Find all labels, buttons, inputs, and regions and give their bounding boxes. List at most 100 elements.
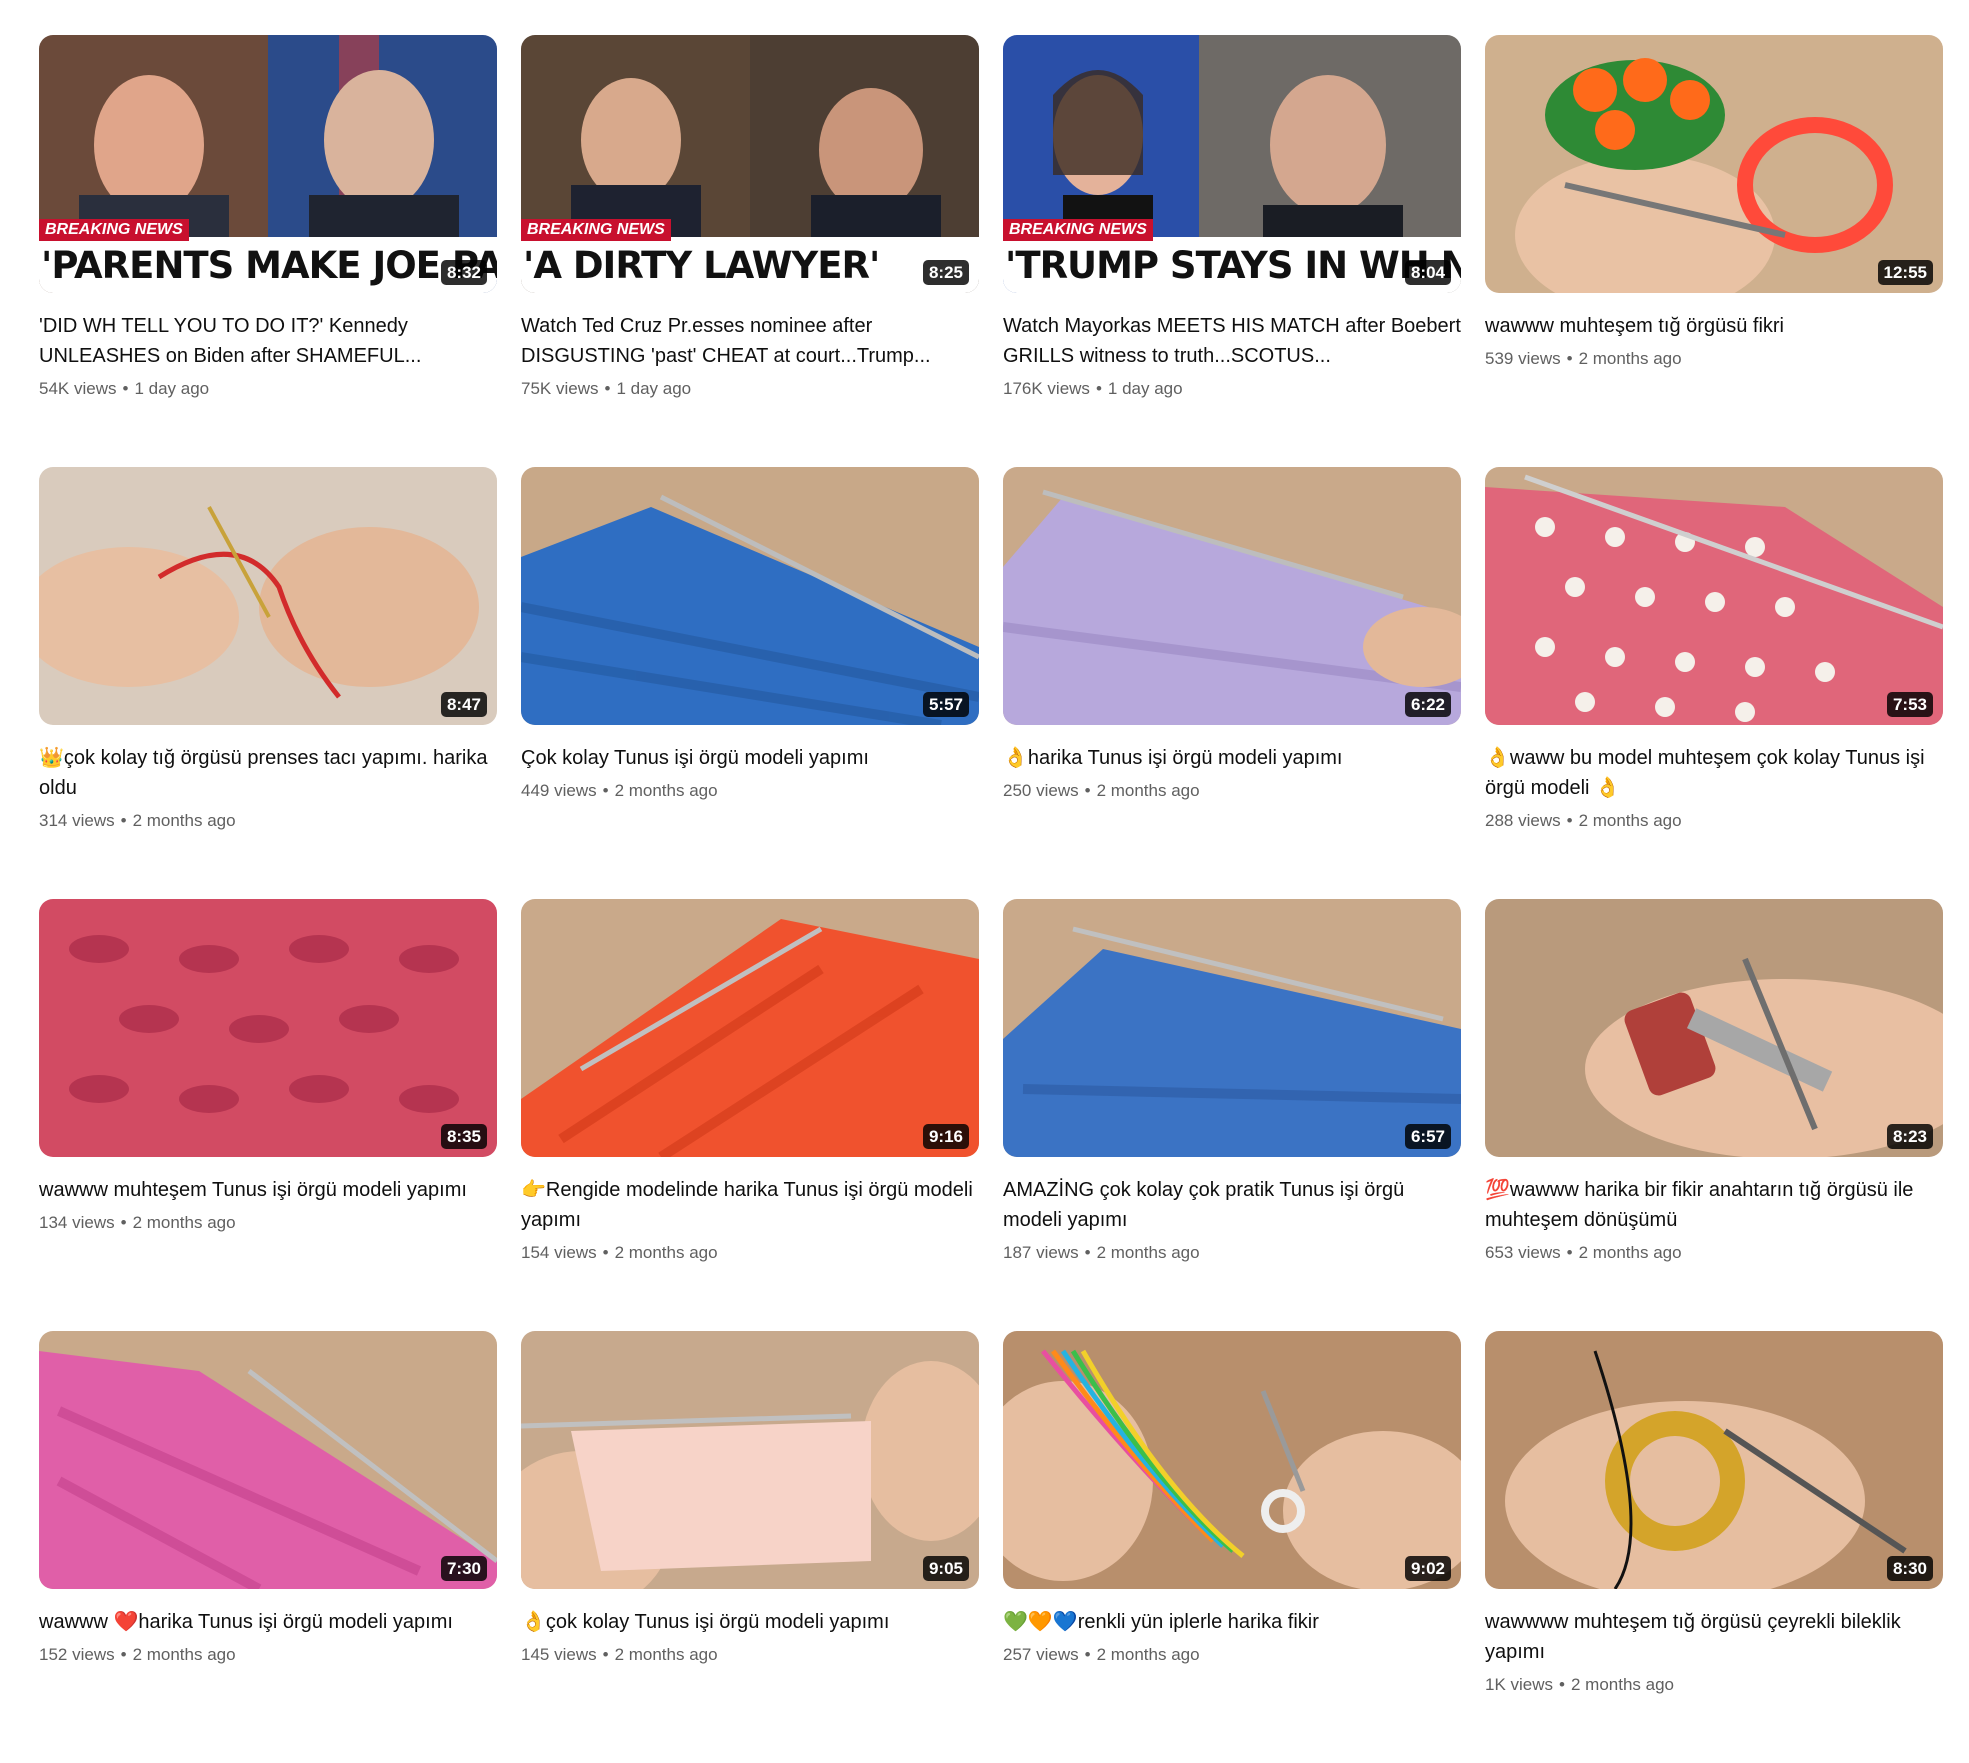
thumbnail-image — [1003, 1331, 1461, 1589]
separator-dot: • — [1559, 1675, 1565, 1694]
video-thumbnail[interactable]: 9:02 — [1003, 1331, 1461, 1589]
video-card[interactable]: BREAKING NEWS 'PARENTS MAKE JOE PAY 8:32… — [39, 35, 497, 467]
video-card[interactable]: 8:30 wawwww muhteşem tığ örgüsü çeyrekli… — [1485, 1331, 1943, 1763]
upload-age: 2 months ago — [614, 781, 718, 800]
video-thumbnail[interactable]: 12:55 — [1485, 35, 1943, 293]
video-thumbnail[interactable]: 9:16 — [521, 899, 979, 1157]
video-card[interactable]: BREAKING NEWS 'TRUMP STAYS IN WH NOW' 8:… — [1003, 35, 1461, 467]
video-thumbnail[interactable]: 8:30 — [1485, 1331, 1943, 1589]
thumbnail-headline: 'PARENTS MAKE JOE PAY — [41, 244, 497, 287]
duration-badge: 8:47 — [440, 692, 487, 717]
video-card[interactable]: 5:57 Çok kolay Tunus işi örgü modeli yap… — [521, 467, 979, 899]
video-stats: 187 views • 2 months ago — [1003, 1241, 1461, 1265]
separator-dot: • — [1566, 349, 1573, 368]
video-card[interactable]: 8:23 💯wawww harika bir fikir anahtarın t… — [1485, 899, 1943, 1331]
thumbnail-image — [1485, 1331, 1943, 1589]
upload-age: 1 day ago — [134, 379, 210, 398]
breaking-news-label: BREAKING NEWS — [1003, 219, 1153, 241]
thumbnail-headline: 'A DIRTY LAWYER' — [523, 244, 880, 287]
separator-dot: • — [1095, 379, 1102, 398]
view-count: 449 views — [521, 781, 597, 800]
separator-dot: • — [1566, 811, 1573, 830]
view-count: 187 views — [1003, 1243, 1079, 1262]
video-thumbnail[interactable]: 6:57 — [1003, 899, 1461, 1157]
duration-badge: 8:30 — [1886, 1556, 1933, 1581]
video-thumbnail[interactable]: 8:23 — [1485, 899, 1943, 1157]
upload-age: 2 months ago — [132, 1213, 236, 1232]
video-card[interactable]: 6:22 👌harika Tunus işi örgü modeli yapım… — [1003, 467, 1461, 899]
video-card[interactable]: BREAKING NEWS 'A DIRTY LAWYER' 8:25 Watc… — [521, 35, 979, 467]
upload-age: 2 months ago — [132, 811, 236, 830]
upload-age: 2 months ago — [1578, 1243, 1682, 1262]
thumbnail-headline: 'TRUMP STAYS IN WH NOW' — [1005, 244, 1461, 287]
separator-dot: • — [602, 1243, 609, 1262]
video-card[interactable]: 7:30 wawww ❤️harika Tunus işi örgü model… — [39, 1331, 497, 1763]
separator-dot: • — [120, 811, 127, 830]
video-card[interactable]: 8:35 wawww muhteşem Tunus işi örgü model… — [39, 899, 497, 1331]
video-thumbnail[interactable]: 6:22 — [1003, 467, 1461, 725]
duration-badge: 8:32 — [440, 260, 487, 285]
view-count: 653 views — [1485, 1243, 1561, 1262]
thumbnail-image — [521, 1331, 979, 1589]
separator-dot: • — [602, 1645, 609, 1664]
view-count: 152 views — [39, 1645, 115, 1664]
video-title[interactable]: AMAZİNG çok kolay çok pratik Tunus işi ö… — [1003, 1175, 1461, 1235]
duration-badge: 5:57 — [922, 692, 969, 717]
video-stats: 314 views • 2 months ago — [39, 809, 497, 833]
video-card[interactable]: 6:57 AMAZİNG çok kolay çok pratik Tunus … — [1003, 899, 1461, 1331]
video-title[interactable]: wawww muhteşem tığ örgüsü fikri — [1485, 311, 1943, 341]
video-stats: 653 views • 2 months ago — [1485, 1241, 1943, 1265]
video-title[interactable]: 👑çok kolay tığ örgüsü prenses tacı yapım… — [39, 743, 497, 803]
video-card[interactable]: 7:53 👌waww bu model muhteşem çok kolay T… — [1485, 467, 1943, 899]
upload-age: 2 months ago — [1096, 781, 1200, 800]
video-thumbnail[interactable]: BREAKING NEWS 'A DIRTY LAWYER' 8:25 — [521, 35, 979, 293]
separator-dot: • — [122, 379, 129, 398]
video-stats: 145 views • 2 months ago — [521, 1643, 979, 1667]
video-thumbnail[interactable]: 7:53 — [1485, 467, 1943, 725]
video-thumbnail[interactable]: 7:30 — [39, 1331, 497, 1589]
video-title[interactable]: wawww ❤️harika Tunus işi örgü modeli yap… — [39, 1607, 497, 1637]
video-stats: 75K views • 1 day ago — [521, 377, 979, 401]
video-title[interactable]: Watch Ted Cruz Pr.esses nominee after DI… — [521, 311, 979, 371]
video-title[interactable]: 👌harika Tunus işi örgü modeli yapımı — [1003, 743, 1461, 773]
duration-badge: 12:55 — [1877, 260, 1933, 285]
video-card[interactable]: 9:05 👌çok kolay Tunus işi örgü modeli ya… — [521, 1331, 979, 1763]
video-title[interactable]: 👌waww bu model muhteşem çok kolay Tunus … — [1485, 743, 1943, 803]
video-thumbnail[interactable]: BREAKING NEWS 'TRUMP STAYS IN WH NOW' 8:… — [1003, 35, 1461, 293]
view-count: 145 views — [521, 1645, 597, 1664]
upload-age: 2 months ago — [1570, 1675, 1674, 1694]
video-title[interactable]: 👉Rengide modelinde harika Tunus işi örgü… — [521, 1175, 979, 1235]
video-thumbnail[interactable]: 8:35 — [39, 899, 497, 1157]
video-title[interactable]: 👌çok kolay Tunus işi örgü modeli yapımı — [521, 1607, 979, 1637]
video-title[interactable]: wawww muhteşem Tunus işi örgü modeli yap… — [39, 1175, 497, 1205]
video-stats: 539 views • 2 months ago — [1485, 347, 1943, 371]
thumbnail-image — [39, 899, 497, 1157]
video-stats: 257 views • 2 months ago — [1003, 1643, 1461, 1667]
video-title[interactable]: wawwww muhteşem tığ örgüsü çeyrekli bile… — [1485, 1607, 1943, 1667]
video-card[interactable]: 9:16 👉Rengide modelinde harika Tunus işi… — [521, 899, 979, 1331]
video-thumbnail[interactable]: BREAKING NEWS 'PARENTS MAKE JOE PAY 8:32 — [39, 35, 497, 293]
view-count: 314 views — [39, 811, 115, 830]
video-card[interactable]: 8:47 👑çok kolay tığ örgüsü prenses tacı … — [39, 467, 497, 899]
upload-age: 1 day ago — [1107, 379, 1183, 398]
video-thumbnail[interactable]: 5:57 — [521, 467, 979, 725]
video-title[interactable]: Çok kolay Tunus işi örgü modeli yapımı — [521, 743, 979, 773]
video-title[interactable]: 💚🧡💙renkli yün iplerle harika fikir — [1003, 1607, 1461, 1637]
separator-dot: • — [602, 781, 609, 800]
video-title[interactable]: 'DID WH TELL YOU TO DO IT?' Kennedy UNLE… — [39, 311, 497, 371]
upload-age: 2 months ago — [614, 1243, 718, 1262]
video-card[interactable]: 12:55 wawww muhteşem tığ örgüsü fikri 53… — [1485, 35, 1943, 467]
video-stats: 154 views • 2 months ago — [521, 1241, 979, 1265]
video-title[interactable]: Watch Mayorkas MEETS HIS MATCH after Boe… — [1003, 311, 1461, 371]
breaking-news-label: BREAKING NEWS — [521, 219, 671, 241]
video-thumbnail[interactable]: 9:05 — [521, 1331, 979, 1589]
duration-badge: 9:05 — [922, 1556, 969, 1581]
view-count: 1K views — [1485, 1675, 1554, 1694]
view-count: 154 views — [521, 1243, 597, 1262]
video-thumbnail[interactable]: 8:47 — [39, 467, 497, 725]
video-title[interactable]: 💯wawww harika bir fikir anahtarın tığ ör… — [1485, 1175, 1943, 1235]
duration-badge: 9:16 — [922, 1124, 969, 1149]
video-card[interactable]: 9:02 💚🧡💙renkli yün iplerle harika fikir … — [1003, 1331, 1461, 1763]
view-count: 539 views — [1485, 349, 1561, 368]
separator-dot: • — [1084, 1645, 1091, 1664]
